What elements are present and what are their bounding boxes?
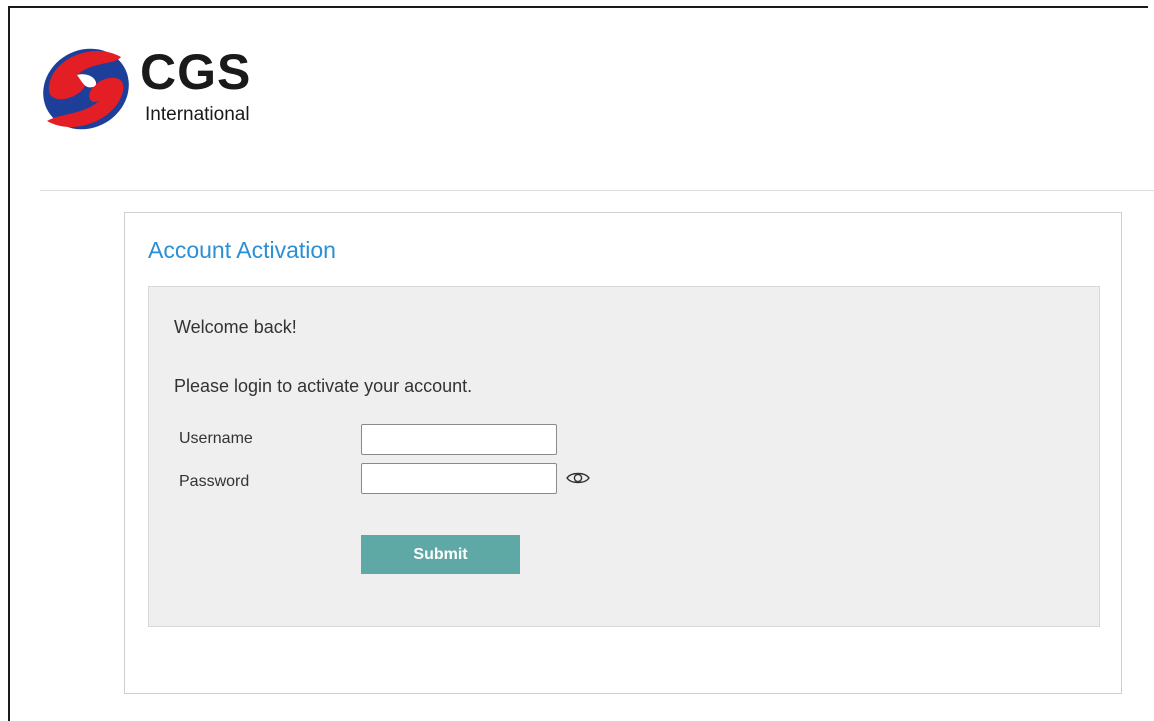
activation-card: Account Activation Welcome back! Please …: [124, 212, 1122, 694]
logo-wordmark: CGS: [140, 44, 252, 100]
page-title: Account Activation: [148, 237, 336, 263]
cgs-swoosh-logo-icon: [43, 48, 129, 130]
username-label: Username: [179, 430, 253, 447]
username-input[interactable]: [361, 424, 557, 455]
header-divider: [40, 190, 1154, 191]
welcome-text: Welcome back!: [174, 317, 297, 337]
instructions-text: Please login to activate your account.: [174, 376, 473, 396]
password-label: Password: [179, 473, 250, 490]
login-panel: Welcome back! Please login to activate y…: [148, 286, 1100, 627]
brand-logo[interactable]: CGS International: [33, 43, 273, 133]
password-input[interactable]: [361, 463, 557, 494]
submit-button[interactable]: Submit: [361, 535, 520, 574]
logo-subtitle: International: [145, 104, 250, 125]
eye-icon[interactable]: [566, 470, 590, 486]
